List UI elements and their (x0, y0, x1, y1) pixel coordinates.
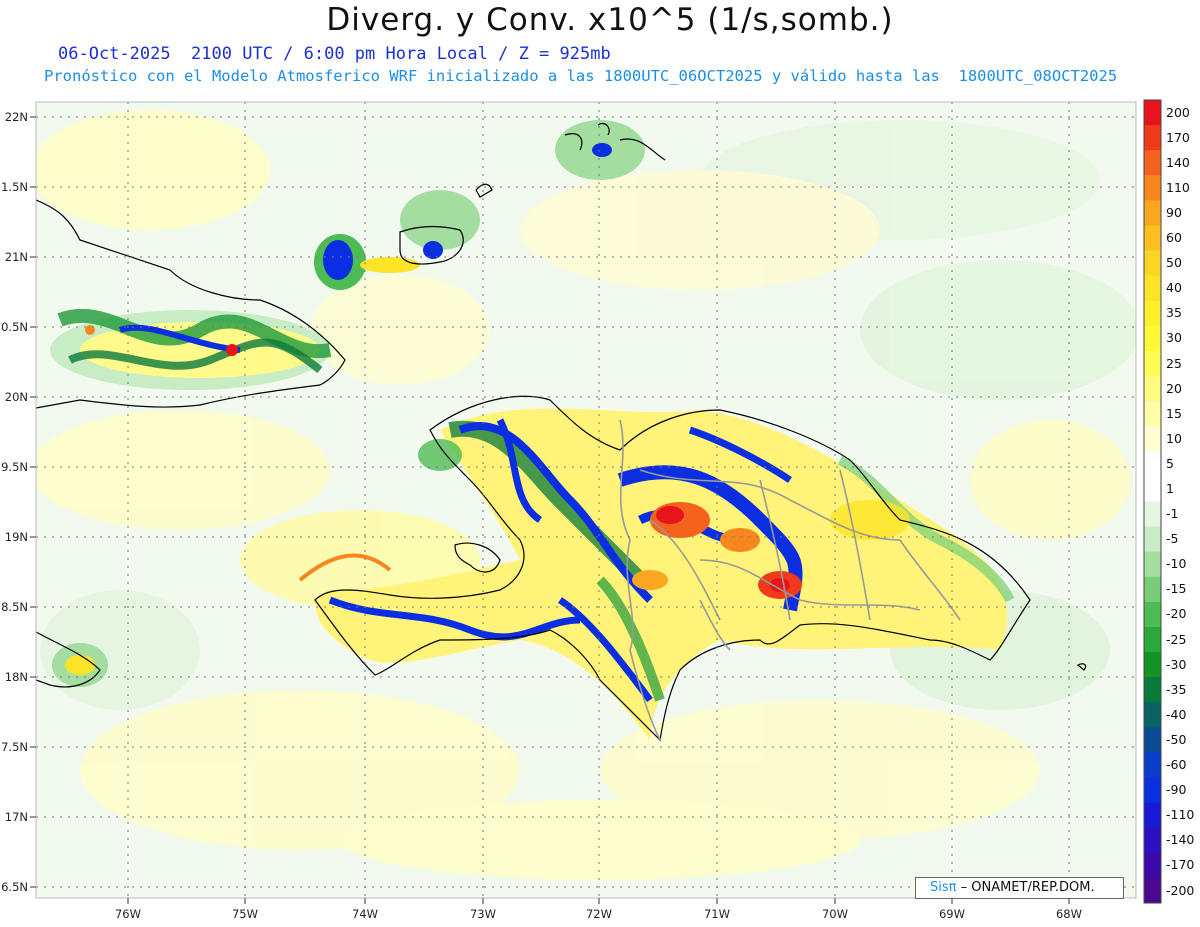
colorbar-label: -170 (1166, 857, 1195, 873)
colorbar-swatch (1144, 200, 1161, 226)
divergence-field (36, 102, 1136, 898)
colorbar-label: -140 (1166, 832, 1195, 848)
colorbar-swatch (1144, 376, 1161, 402)
colorbar-label: 35 (1166, 305, 1182, 321)
colorbar-label: -15 (1166, 581, 1187, 597)
colorbar-label: -20 (1166, 606, 1187, 622)
colorbar-swatch (1144, 727, 1161, 753)
colorbar-swatch (1144, 777, 1161, 804)
colorbar-label: 200 (1166, 104, 1190, 120)
lon-label: 75W (232, 907, 258, 921)
lat-label: 22N (5, 110, 28, 124)
lat-label: 1.5N (1, 180, 28, 194)
lat-label: 0.5N (1, 320, 28, 334)
colorbar-swatch (1144, 601, 1161, 628)
map-figure: 22N 1.5N 21N 0.5N 20N 9.5N 19N 8.5N 18N … (1, 99, 1162, 921)
colorbar-swatch (1144, 426, 1161, 452)
colorbar-swatch (1144, 275, 1161, 302)
lat-label: 7.5N (1, 740, 28, 754)
colorbar (1143, 99, 1162, 904)
colorbar-label: 110 (1166, 179, 1190, 195)
colorbar-label: -90 (1166, 782, 1187, 798)
colorbar-swatch (1144, 677, 1161, 703)
colorbar-swatch (1144, 702, 1161, 728)
colorbar-swatch (1144, 250, 1161, 277)
colorbar-swatch (1144, 551, 1161, 578)
colorbar-swatch (1144, 225, 1161, 252)
colorbar-label: -1 (1166, 506, 1179, 521)
colorbar-swatch (1144, 576, 1161, 603)
lat-label: 18N (5, 670, 28, 684)
colorbar-label: -25 (1166, 631, 1187, 647)
colorbar-swatch (1144, 626, 1161, 653)
colorbar-swatch (1144, 476, 1161, 502)
colorbar-label: -35 (1166, 681, 1187, 697)
colorbar-swatch (1144, 150, 1161, 176)
lat-label: 17N (5, 810, 28, 824)
lon-label: 72W (586, 907, 612, 921)
colorbar-label: 40 (1166, 280, 1182, 296)
lat-label: 21N (5, 250, 28, 264)
credit-box: Sisπ – ONAMET/REP.DOM. (915, 877, 1124, 899)
lat-label: 20N (5, 390, 28, 404)
colorbar-swatch (1144, 752, 1161, 779)
colorbar-label: -40 (1166, 706, 1187, 722)
colorbar-label: -30 (1166, 656, 1187, 672)
latitude-labels: 22N 1.5N 21N 0.5N 20N 9.5N 19N 8.5N 18N … (1, 110, 28, 894)
colorbar-swatch (1144, 350, 1161, 377)
lat-label: 19N (5, 530, 28, 544)
colorbar-swatch (1144, 877, 1161, 904)
colorbar-label: 30 (1166, 330, 1182, 346)
colorbar-label: -60 (1166, 757, 1187, 772)
colorbar-swatch (1144, 100, 1161, 126)
colorbar-label: 10 (1166, 430, 1182, 446)
colorbar-label: -10 (1166, 556, 1187, 572)
colorbar-swatch (1144, 300, 1161, 327)
colorbar-label: 50 (1166, 255, 1182, 271)
lat-label: 8.5N (1, 600, 28, 614)
colorbar-swatch (1144, 325, 1161, 352)
colorbar-swatch (1144, 175, 1161, 201)
colorbar-swatch (1144, 401, 1161, 427)
lon-label: 69W (939, 907, 965, 921)
lat-label: 9.5N (1, 460, 28, 474)
colorbar-swatch (1144, 652, 1161, 678)
colorbar-swatch (1144, 451, 1161, 477)
colorbar-label: 25 (1166, 355, 1182, 371)
colorbar-label: 140 (1166, 154, 1190, 170)
colorbar-label: 60 (1166, 230, 1182, 245)
colorbar-label: -5 (1166, 531, 1179, 547)
colorbar-label: -200 (1166, 882, 1195, 898)
colorbar-swatch (1144, 526, 1161, 553)
colorbar-swatch (1144, 125, 1161, 151)
lon-label: 73W (470, 907, 496, 921)
colorbar-label: 5 (1166, 455, 1174, 471)
colorbar-label: 15 (1166, 405, 1182, 421)
colorbar-swatch (1144, 802, 1161, 829)
colorbar-label: -110 (1166, 807, 1195, 823)
colorbar-swatch (1144, 852, 1161, 879)
lon-label: 70W (822, 907, 848, 921)
sispi-logo: Sisπ (930, 880, 957, 895)
colorbar-label: 170 (1166, 129, 1190, 145)
colorbar-swatch (1144, 501, 1161, 528)
credit-text: – ONAMET/REP.DOM. (960, 880, 1095, 895)
lon-label: 68W (1056, 907, 1082, 921)
lon-label: 76W (115, 907, 141, 921)
jamaica-convection (52, 643, 108, 687)
colorbar-label: 90 (1166, 204, 1182, 220)
lon-label: 74W (352, 907, 378, 921)
longitude-labels: 76W 75W 74W 73W 72W 71W 70W 69W 68W (115, 907, 1082, 921)
colorbar-label: 20 (1166, 380, 1182, 396)
colorbar-swatch (1144, 827, 1161, 854)
colorbar-label: 1 (1166, 481, 1174, 496)
colorbar-label: -50 (1166, 731, 1187, 747)
lon-label: 71W (704, 907, 730, 921)
cuba-convection (50, 308, 332, 390)
lat-label: 6.5N (1, 880, 28, 894)
